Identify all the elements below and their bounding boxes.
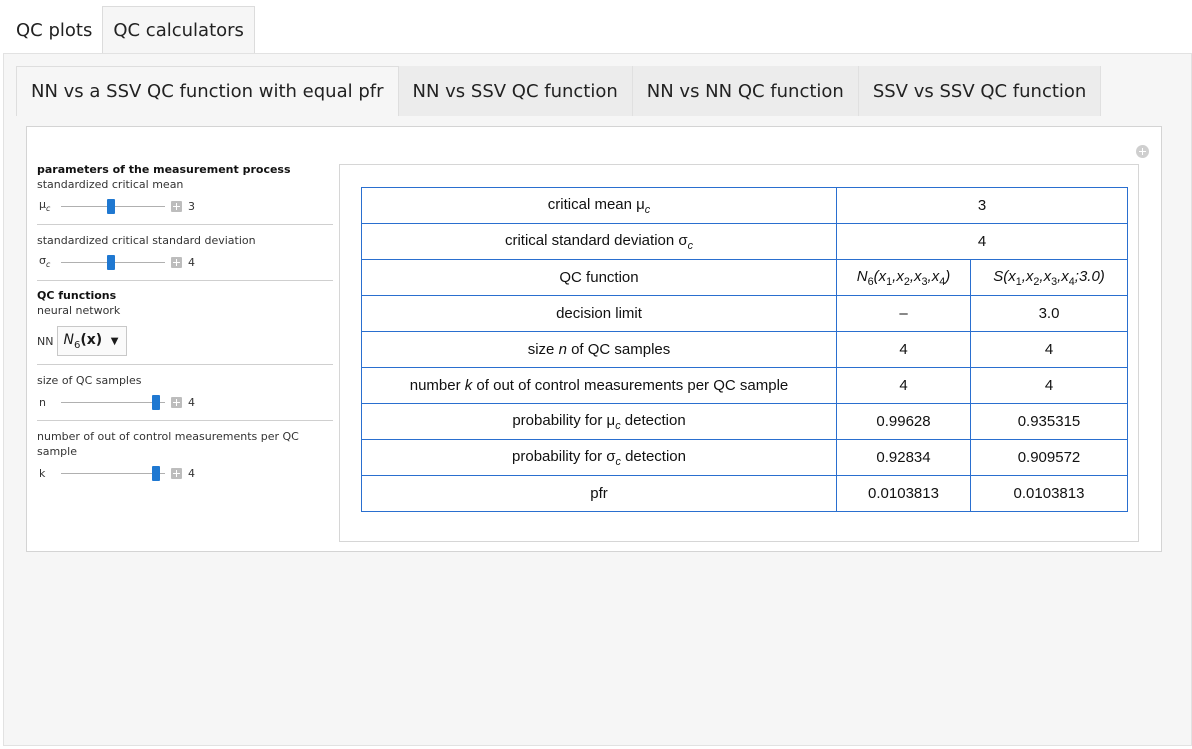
number-nn: 4: [836, 367, 971, 404]
mu-slider[interactable]: [61, 196, 165, 216]
pfr-label: pfr: [361, 475, 837, 512]
dropdown-arrow-icon[interactable]: ▼: [111, 336, 119, 347]
mu-value: 3: [188, 199, 195, 213]
prob-mu-ssv: 0.935315: [970, 403, 1128, 440]
sigma-slider-thumb[interactable]: [107, 255, 115, 270]
output-frame: critical mean μc 3 critical standard dev…: [339, 164, 1139, 542]
sd-caption: standardized critical standard deviation: [37, 234, 256, 247]
mu-slider-row: μc 3: [37, 196, 333, 216]
table-row: number k of out of control measurements …: [361, 367, 1128, 404]
n-label: n: [39, 395, 46, 409]
n-expand-icon[interactable]: [171, 396, 182, 408]
n-slider-row: n 4: [37, 392, 333, 412]
mu-slider-thumb[interactable]: [107, 199, 115, 214]
prob-mu-nn: 0.99628: [836, 403, 971, 440]
results-table: critical mean μc 3 critical standard dev…: [361, 187, 1128, 512]
k-slider-row: k 4: [37, 463, 333, 483]
n-slider-thumb[interactable]: [152, 395, 160, 410]
prob-sigma-nn: 0.92834: [836, 439, 971, 476]
manipulate-panel: parameters of the measurement process st…: [26, 126, 1162, 552]
pfr-nn: 0.0103813: [836, 475, 971, 512]
size-nn: 4: [836, 331, 971, 368]
pfr-ssv: 0.0103813: [970, 475, 1128, 512]
sigma-slider-row: σc 4: [37, 252, 333, 272]
k-expand-icon[interactable]: [171, 467, 182, 479]
n-value: 4: [188, 395, 195, 409]
table-row: pfr 0.0103813 0.0103813: [361, 475, 1128, 512]
size-ssv: 4: [970, 331, 1128, 368]
divider: [37, 280, 333, 281]
sub-tab-bar: NN vs a SSV QC function with equal pfr N…: [16, 66, 1102, 116]
sigma-label: σc: [39, 254, 51, 270]
add-icon[interactable]: [1136, 145, 1149, 158]
nn-popup-menu[interactable]: N6(x) ▼: [57, 326, 128, 356]
qc-function-nn: N6(x1,x2,x3,x4): [836, 259, 971, 296]
k-slider-thumb[interactable]: [152, 466, 160, 481]
qc-functions-title: QC functions: [37, 289, 117, 302]
n-caption: size of QC samples: [37, 374, 142, 387]
tab-nn-vs-ssv-equal-pfr[interactable]: NN vs a SSV QC function with equal pfr: [16, 66, 399, 116]
tab-qc-calculators[interactable]: QC calculators: [102, 6, 255, 54]
mean-caption: standardized critical mean: [37, 178, 184, 191]
nn-label: NN: [37, 334, 54, 348]
tab-qc-plots[interactable]: QC plots: [6, 6, 102, 54]
nn-selected-value: N6(x): [63, 331, 103, 351]
critical-mean-label: critical mean μc: [361, 187, 837, 224]
measurement-section-title: parameters of the measurement process: [37, 163, 291, 176]
size-label: size n of QC samples: [361, 331, 837, 368]
tab-nn-vs-ssv[interactable]: NN vs SSV QC function: [398, 66, 633, 116]
sigma-expand-icon[interactable]: [171, 256, 182, 268]
decision-limit-nn: –: [836, 295, 971, 332]
tab-ssv-vs-ssv[interactable]: SSV vs SSV QC function: [858, 66, 1102, 116]
prob-mu-label: probability for μc detection: [361, 403, 837, 440]
tab-nn-vs-nn[interactable]: NN vs NN QC function: [632, 66, 859, 116]
n-slider[interactable]: [61, 392, 165, 412]
critical-mean-value: 3: [836, 187, 1128, 224]
qc-function-label: QC function: [361, 259, 837, 296]
number-label: number k of out of control measurements …: [361, 367, 837, 404]
critical-sd-value: 4: [836, 223, 1128, 260]
table-row: critical mean μc 3: [361, 187, 1128, 224]
top-tab-bar: QC plots QC calculators: [6, 6, 255, 54]
k-caption: number of out of control measurements pe…: [37, 430, 299, 458]
sigma-value: 4: [188, 255, 195, 269]
table-row: probability for μc detection 0.99628 0.9…: [361, 403, 1128, 440]
table-row: size n of QC samples 4 4: [361, 331, 1128, 368]
prob-sigma-ssv: 0.909572: [970, 439, 1128, 476]
nn-caption: neural network: [37, 304, 121, 317]
divider: [37, 420, 333, 421]
k-value: 4: [188, 466, 195, 480]
sigma-slider[interactable]: [61, 252, 165, 272]
decision-limit-label: decision limit: [361, 295, 837, 332]
mu-expand-icon[interactable]: [171, 200, 182, 212]
divider: [37, 364, 333, 365]
decision-limit-ssv: 3.0: [970, 295, 1128, 332]
table-row: critical standard deviation σc 4: [361, 223, 1128, 260]
mu-label: μc: [39, 198, 51, 214]
nn-popup-row: NN N6(x) ▼: [37, 326, 333, 356]
controls-column: parameters of the measurement process st…: [37, 163, 333, 483]
k-label: k: [39, 466, 46, 480]
qc-calculators-panel: NN vs a SSV QC function with equal pfr N…: [3, 53, 1192, 746]
qc-function-ssv: S(x1,x2,x3,x4;3.0): [970, 259, 1128, 296]
k-slider[interactable]: [61, 463, 165, 483]
table-row: probability for σc detection 0.92834 0.9…: [361, 439, 1128, 476]
prob-sigma-label: probability for σc detection: [361, 439, 837, 476]
number-ssv: 4: [970, 367, 1128, 404]
critical-sd-label: critical standard deviation σc: [361, 223, 837, 260]
table-row: decision limit – 3.0: [361, 295, 1128, 332]
divider: [37, 224, 333, 225]
table-row: QC function N6(x1,x2,x3,x4) S(x1,x2,x3,x…: [361, 259, 1128, 296]
